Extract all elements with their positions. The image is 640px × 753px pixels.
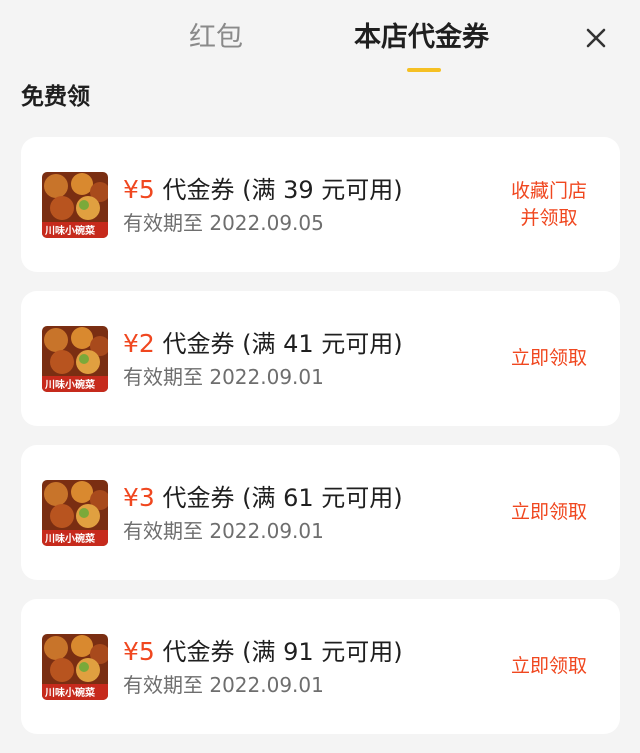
action-label-line1: 收藏门店 bbox=[510, 179, 587, 202]
thumb-label: 川味小碗菜 bbox=[44, 686, 96, 699]
claim-now-button[interactable]: 立即领取 bbox=[499, 291, 599, 426]
claim-now-button[interactable]: 立即领取 bbox=[499, 445, 599, 580]
coupon-list: 川味小碗菜 ¥5 代金券 (满 39 元可用) 有效期至 2022.09.05 … bbox=[21, 137, 620, 753]
store-thumbnail: 川味小碗菜 bbox=[42, 480, 108, 546]
store-thumbnail: 川味小碗菜 bbox=[42, 326, 108, 392]
coupon-title: ¥2 代金券 (满 41 元可用) bbox=[123, 327, 403, 361]
close-icon[interactable] bbox=[582, 24, 610, 52]
coupon-price: ¥3 bbox=[123, 483, 155, 512]
coupon-card: 川味小碗菜 ¥5 代金券 (满 39 元可用) 有效期至 2022.09.05 … bbox=[21, 137, 620, 272]
claim-now-button[interactable]: 立即领取 bbox=[499, 599, 599, 734]
action-label: 立即领取 bbox=[510, 655, 587, 677]
coupon-card: 川味小碗菜 ¥5 代金券 (满 91 元可用) 有效期至 2022.09.01 … bbox=[21, 599, 620, 734]
favorite-and-claim-button[interactable]: 收藏门店 并领取 bbox=[499, 137, 599, 272]
coupon-price: ¥5 bbox=[123, 637, 155, 666]
coupon-condition: 代金券 (满 61 元可用) bbox=[162, 484, 403, 512]
thumb-label: 川味小碗菜 bbox=[44, 532, 96, 545]
coupon-expiry: 有效期至 2022.09.01 bbox=[123, 673, 324, 697]
active-tab-indicator bbox=[407, 68, 441, 72]
coupon-expiry: 有效期至 2022.09.01 bbox=[123, 519, 324, 543]
coupon-price: ¥5 bbox=[123, 175, 155, 204]
coupon-price: ¥2 bbox=[123, 329, 155, 358]
action-label-line2: 并领取 bbox=[520, 206, 578, 229]
tab-hongbao[interactable]: 红包 bbox=[189, 18, 243, 58]
store-thumbnail: 川味小碗菜 bbox=[42, 634, 108, 700]
coupon-condition: 代金券 (满 39 元可用) bbox=[162, 176, 403, 204]
header: 红包 本店代金券 bbox=[0, 0, 640, 80]
coupon-expiry: 有效期至 2022.09.01 bbox=[123, 365, 324, 389]
coupon-condition: 代金券 (满 91 元可用) bbox=[162, 638, 403, 666]
store-thumbnail: 川味小碗菜 bbox=[42, 172, 108, 238]
coupon-expiry: 有效期至 2022.09.05 bbox=[123, 211, 324, 235]
thumb-label: 川味小碗菜 bbox=[44, 224, 96, 237]
action-label: 立即领取 bbox=[510, 501, 587, 523]
action-label: 立即领取 bbox=[510, 347, 587, 369]
coupon-title: ¥5 代金券 (满 91 元可用) bbox=[123, 635, 403, 669]
coupon-title: ¥3 代金券 (满 61 元可用) bbox=[123, 481, 403, 515]
thumb-label: 川味小碗菜 bbox=[44, 378, 96, 391]
coupon-card: 川味小碗菜 ¥3 代金券 (满 61 元可用) 有效期至 2022.09.01 … bbox=[21, 445, 620, 580]
tab-store-coupons[interactable]: 本店代金券 bbox=[354, 18, 489, 58]
coupon-card: 川味小碗菜 ¥2 代金券 (满 41 元可用) 有效期至 2022.09.01 … bbox=[21, 291, 620, 426]
coupon-condition: 代金券 (满 41 元可用) bbox=[162, 330, 403, 358]
coupon-title: ¥5 代金券 (满 39 元可用) bbox=[123, 173, 403, 207]
section-title: 免费领 bbox=[21, 84, 90, 110]
